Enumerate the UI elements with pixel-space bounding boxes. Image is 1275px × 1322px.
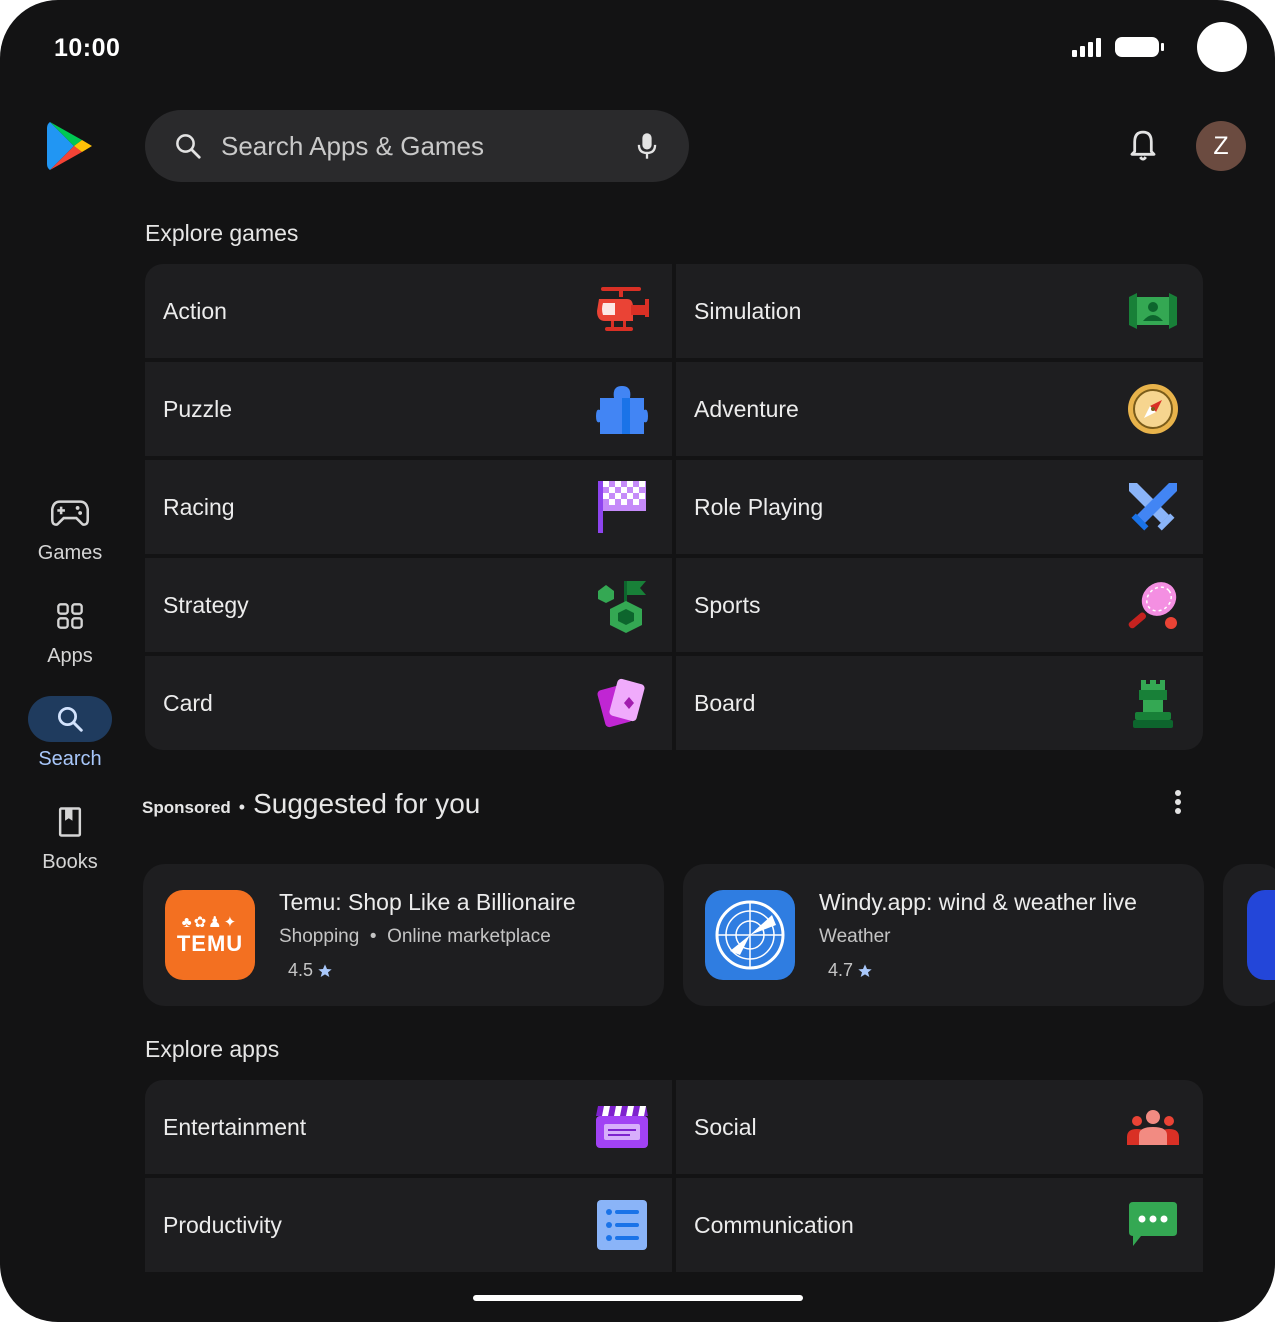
explore-games-title: Explore games: [145, 220, 299, 246]
category-simulation[interactable]: Simulation: [676, 264, 1203, 358]
search-icon: [176, 134, 201, 159]
category-role-playing[interactable]: Role Playing: [676, 460, 1203, 554]
category-label: Board: [694, 689, 756, 716]
rail-item-search[interactable]: Search: [20, 696, 120, 799]
category-label: Card: [163, 689, 213, 716]
separator: •: [238, 797, 246, 817]
signal-icon: [1072, 37, 1101, 57]
partial-app-icon: [1247, 890, 1275, 980]
apps-grid-icon: [28, 593, 112, 639]
notification-bell-icon[interactable]: [1126, 128, 1160, 164]
search-icon: [28, 696, 112, 742]
rail-item-games[interactable]: Games: [20, 490, 120, 593]
checkered-flag-icon: [592, 477, 652, 537]
separator: •: [369, 926, 377, 947]
rail-item-books[interactable]: Books: [20, 799, 120, 902]
category-label: Communication: [694, 1211, 854, 1238]
category-board[interactable]: Board: [676, 656, 1203, 750]
category-label: Racing: [163, 493, 235, 520]
rail-label-apps: Apps: [47, 645, 93, 667]
category-label: Action: [163, 297, 227, 324]
category-label: Strategy: [163, 591, 249, 618]
simulation-icon: [1123, 281, 1183, 341]
helicopter-icon: [592, 281, 652, 341]
home-indicator[interactable]: [473, 1295, 803, 1301]
category-label: Simulation: [694, 297, 802, 324]
category-puzzle[interactable]: Puzzle: [145, 362, 672, 456]
app-category-primary: Shopping: [279, 926, 360, 947]
category-card[interactable]: Card: [145, 656, 672, 750]
games-category-grid: Action Simulation Puzzle Adventure Racin…: [145, 264, 1203, 750]
category-label: Puzzle: [163, 395, 233, 422]
star-icon: [318, 963, 332, 977]
category-label: Sports: [694, 591, 761, 618]
explore-apps-title: Explore apps: [145, 1036, 280, 1062]
book-icon: [28, 799, 112, 845]
app-name: Windy.app: wind & weather live: [819, 889, 1137, 915]
cards-icon: [592, 673, 652, 733]
category-label: Productivity: [163, 1211, 282, 1238]
suggested-title: Suggested for you: [253, 788, 481, 819]
category-productivity[interactable]: Productivity: [145, 1178, 672, 1272]
microphone-icon[interactable]: [633, 131, 661, 161]
category-label: Adventure: [694, 395, 799, 422]
app-rating: 4.5: [288, 960, 576, 981]
apps-category-grid: Entertainment Social Productivity Commun…: [145, 1080, 1203, 1272]
app-category: Weather: [819, 926, 891, 947]
app-rating: 4.7: [828, 960, 1137, 981]
clapperboard-icon: [592, 1097, 652, 1157]
category-strategy[interactable]: Strategy: [145, 558, 672, 652]
category-entertainment[interactable]: Entertainment: [145, 1080, 672, 1174]
windy-app-icon: [705, 890, 795, 980]
people-icon: [1123, 1097, 1183, 1157]
suggested-app-card[interactable]: ♣✿♟✦ TEMU Temu: Shop Like a Billionaire …: [143, 864, 664, 1006]
crossed-swords-icon: [1123, 477, 1183, 537]
category-label: Entertainment: [163, 1113, 307, 1140]
category-label: Social: [694, 1113, 757, 1140]
status-time: 10:00: [54, 34, 121, 62]
app-category-secondary: Online marketplace: [387, 926, 551, 947]
tennis-racket-icon: [1123, 575, 1183, 635]
sponsored-label: Sponsored: [142, 798, 231, 817]
search-bar[interactable]: Search Apps & Games: [145, 110, 689, 182]
compass-icon: [1123, 379, 1183, 439]
app-name: Temu: Shop Like a Billionaire: [279, 889, 576, 915]
rail-item-apps[interactable]: Apps: [20, 593, 120, 696]
suggested-app-card-partial[interactable]: [1223, 864, 1275, 1006]
rail-label-search: Search: [38, 748, 102, 770]
profile-avatar[interactable]: Z: [1196, 121, 1246, 171]
suggested-app-card[interactable]: Windy.app: wind & weather live Weather 4…: [683, 864, 1204, 1006]
temu-app-icon: ♣✿♟✦ TEMU: [165, 890, 255, 980]
category-racing[interactable]: Racing: [145, 460, 672, 554]
search-input[interactable]: Search Apps & Games: [221, 131, 633, 162]
status-icons: [1072, 22, 1247, 72]
rating-value: 4.5: [288, 960, 314, 980]
category-label: Role Playing: [694, 493, 824, 520]
rating-value: 4.7: [828, 960, 854, 980]
category-adventure[interactable]: Adventure: [676, 362, 1203, 456]
chat-bubble-icon: [1123, 1195, 1183, 1255]
checklist-icon: [592, 1195, 652, 1255]
category-communication[interactable]: Communication: [676, 1178, 1203, 1272]
category-sports[interactable]: Sports: [676, 558, 1203, 652]
gamepad-icon: [28, 490, 112, 536]
more-options-icon[interactable]: [1166, 788, 1190, 818]
suggested-header: Sponsored • Suggested for you: [142, 788, 480, 820]
app-category: Shopping • Online marketplace: [279, 926, 576, 948]
navigation-rail: Games Apps Search Books: [20, 490, 120, 902]
star-icon: [858, 963, 872, 977]
strategy-icon: [592, 575, 652, 635]
google-play-logo-icon[interactable]: [46, 120, 94, 172]
battery-icon: [1115, 37, 1164, 57]
camera-cutout: [1197, 22, 1247, 72]
temu-logo-text: TEMU: [176, 931, 244, 956]
rail-label-books: Books: [42, 851, 98, 873]
device-screen: 10:00 Search Apps & Games Z Games Apps S…: [0, 0, 1275, 1322]
puzzle-piece-icon: [592, 379, 652, 439]
category-social[interactable]: Social: [676, 1080, 1203, 1174]
chess-piece-icon: [1123, 673, 1183, 733]
rail-label-games: Games: [37, 542, 103, 564]
category-action[interactable]: Action: [145, 264, 672, 358]
